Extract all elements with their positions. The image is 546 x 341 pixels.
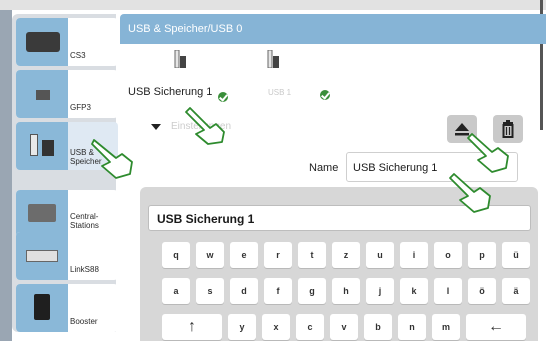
key-v[interactable]: v bbox=[330, 314, 358, 340]
key-c[interactable]: c bbox=[296, 314, 324, 340]
key-z[interactable]: z bbox=[332, 242, 360, 268]
sidebar-item-label: CS3 bbox=[70, 51, 86, 60]
key-x[interactable]: x bbox=[262, 314, 290, 340]
page-header: USB & Speicher/USB 0 bbox=[120, 14, 546, 44]
key-e[interactable]: e bbox=[230, 242, 258, 268]
outer-frame-bar bbox=[0, 10, 12, 341]
key-k[interactable]: k bbox=[400, 278, 428, 304]
sidebar-item-cs3[interactable]: CS3 bbox=[16, 18, 118, 66]
central-station-icon bbox=[16, 190, 68, 238]
sidebar-item-links88[interactable]: LinkS88 bbox=[16, 232, 118, 280]
cs3-device-icon bbox=[16, 18, 68, 66]
key-f[interactable]: f bbox=[264, 278, 292, 304]
key-b[interactable]: b bbox=[364, 314, 392, 340]
key-ü[interactable]: ü bbox=[502, 242, 530, 268]
sidebar-item-label: Booster bbox=[70, 317, 98, 326]
key-y[interactable]: y bbox=[228, 314, 256, 340]
key-h[interactable]: h bbox=[332, 278, 360, 304]
key-ä[interactable]: ä bbox=[502, 278, 530, 304]
usb-device-label: USB Sicherung 1 bbox=[128, 86, 213, 98]
key-j[interactable]: j bbox=[366, 278, 394, 304]
booster-device-icon bbox=[16, 284, 68, 332]
key-←[interactable]: ← bbox=[466, 314, 526, 340]
key-w[interactable]: w bbox=[196, 242, 224, 268]
links88-device-icon bbox=[16, 232, 68, 280]
status-check-icon bbox=[320, 90, 330, 100]
gfp3-device-icon bbox=[16, 70, 68, 118]
expand-triangle-icon[interactable] bbox=[151, 124, 161, 130]
sidebar-item-label: Central-Stations bbox=[70, 212, 99, 230]
key-ö[interactable]: ö bbox=[468, 278, 496, 304]
key-o[interactable]: o bbox=[434, 242, 462, 268]
sidebar-item-central-stations[interactable]: Central-Stations bbox=[16, 190, 118, 238]
key-u[interactable]: u bbox=[366, 242, 394, 268]
key-q[interactable]: q bbox=[162, 242, 190, 268]
key-n[interactable]: n bbox=[398, 314, 426, 340]
usb-stick-icon bbox=[174, 50, 186, 68]
pointing-hand-icon bbox=[185, 107, 225, 145]
key-m[interactable]: m bbox=[432, 314, 460, 340]
name-label: Name bbox=[309, 162, 339, 174]
pointing-hand-icon bbox=[449, 173, 491, 213]
key-r[interactable]: r bbox=[264, 242, 292, 268]
key-↑[interactable]: ↑ bbox=[162, 314, 222, 340]
sidebar-item-label: LinkS88 bbox=[70, 265, 99, 274]
key-a[interactable]: a bbox=[162, 278, 190, 304]
screen: CS3 GFP3 USB & Speicher Central-Stations bbox=[0, 0, 546, 341]
pointing-hand-icon bbox=[91, 139, 133, 179]
key-t[interactable]: t bbox=[298, 242, 326, 268]
usb-storage-icon bbox=[16, 122, 68, 170]
key-i[interactable]: i bbox=[400, 242, 428, 268]
key-l[interactable]: l bbox=[434, 278, 462, 304]
key-d[interactable]: d bbox=[230, 278, 258, 304]
key-g[interactable]: g bbox=[298, 278, 326, 304]
key-p[interactable]: p bbox=[468, 242, 496, 268]
usb-device-label: USB 1 bbox=[268, 88, 292, 97]
key-s[interactable]: s bbox=[196, 278, 224, 304]
page-title: USB & Speicher/USB 0 bbox=[128, 23, 243, 35]
sidebar-item-gfp3[interactable]: GFP3 bbox=[16, 70, 118, 118]
top-strip bbox=[0, 0, 546, 10]
usb-stick-icon bbox=[267, 50, 279, 68]
sidebar-item-label: GFP3 bbox=[70, 103, 91, 112]
sidebar-item-booster[interactable]: Booster bbox=[16, 284, 118, 332]
